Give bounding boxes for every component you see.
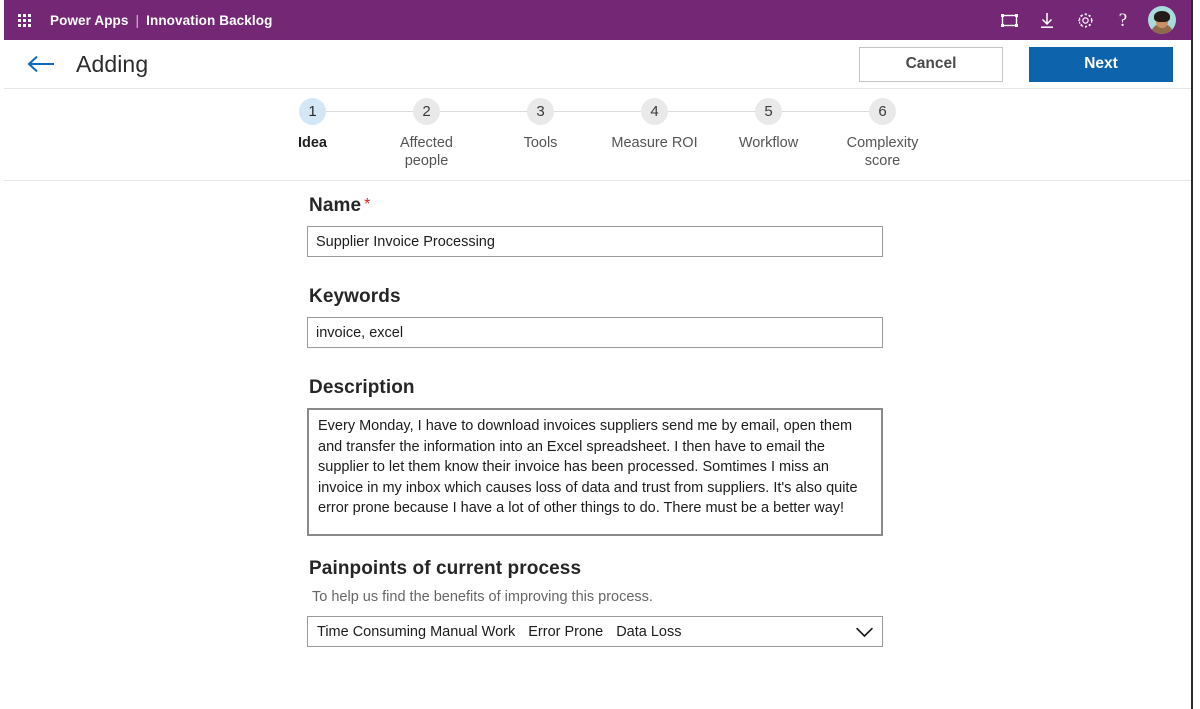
stepper-step-affected-people[interactable]: 2 Affected people xyxy=(370,98,484,170)
spacer xyxy=(307,257,883,286)
stepper-step-measure-roi[interactable]: 4 Measure ROI xyxy=(598,98,712,152)
idea-form: Name* Keywords Description Painpoints of… xyxy=(307,195,883,647)
stepper-step-number[interactable]: 5 xyxy=(755,98,782,125)
suite-bar: Power Apps | Innovation Backlog xyxy=(4,0,1191,40)
stepper-connector xyxy=(655,111,769,112)
command-bar-actions: Cancel Next xyxy=(859,47,1173,82)
spacer xyxy=(307,536,883,558)
field-keywords: Keywords xyxy=(307,286,883,348)
next-button[interactable]: Next xyxy=(1029,47,1173,82)
stepper-step-idea[interactable]: 1 Idea xyxy=(256,98,370,152)
stepper-step-label: Tools xyxy=(524,134,558,152)
waffle-grid xyxy=(18,14,31,27)
help-glyph: ? xyxy=(1119,11,1127,30)
brand-divider: | xyxy=(136,13,140,28)
painpoint-chip: Error Prone xyxy=(528,624,603,640)
stepper-step-label: Affected people xyxy=(377,134,477,170)
name-label-text: Name xyxy=(309,195,361,216)
fit-to-screen-icon[interactable] xyxy=(990,0,1028,40)
spacer xyxy=(307,348,883,377)
command-bar: Adding Cancel Next xyxy=(4,40,1191,89)
suite-brand-product[interactable]: Power Apps xyxy=(50,13,129,28)
help-icon[interactable]: ? xyxy=(1104,0,1142,40)
stepper-step-number[interactable]: 3 xyxy=(527,98,554,125)
keywords-label: Keywords xyxy=(309,286,883,308)
description-input[interactable] xyxy=(307,408,883,536)
avatar-hair xyxy=(1154,11,1170,22)
stepper-connector xyxy=(313,111,427,112)
suite-brand-app-name[interactable]: Innovation Backlog xyxy=(146,13,272,28)
name-input[interactable] xyxy=(307,226,883,257)
painpoints-dropdown[interactable]: Time Consuming Manual Work Error Prone D… xyxy=(307,616,883,647)
form-area: Name* Keywords Description Painpoints of… xyxy=(4,181,1191,709)
download-icon[interactable] xyxy=(1028,0,1066,40)
cancel-button[interactable]: Cancel xyxy=(859,47,1003,82)
back-arrow-icon[interactable] xyxy=(24,47,58,81)
avatar[interactable] xyxy=(1142,0,1182,40)
required-asterisk: * xyxy=(364,196,370,213)
description-label: Description xyxy=(309,377,883,399)
field-painpoints: Painpoints of current process To help us… xyxy=(307,558,883,647)
stepper-step-complexity-score[interactable]: 6 Complexity score xyxy=(826,98,940,170)
name-label: Name* xyxy=(309,195,883,217)
page-title: Adding xyxy=(76,51,148,78)
stepper-connector xyxy=(541,111,655,112)
stepper-step-workflow[interactable]: 5 Workflow xyxy=(712,98,826,152)
app-launcher-waffle-icon[interactable] xyxy=(4,0,44,40)
stepper-step-label: Measure ROI xyxy=(611,134,697,152)
painpoints-help-text: To help us find the benefits of improvin… xyxy=(312,589,883,605)
stepper-step-label: Workflow xyxy=(739,134,798,152)
suite-actions: ? xyxy=(990,0,1191,40)
stepper-step-number[interactable]: 4 xyxy=(641,98,668,125)
field-description: Description xyxy=(307,377,883,536)
chevron-down-icon[interactable] xyxy=(847,626,874,638)
stepper-step-label: Complexity score xyxy=(833,134,933,170)
painpoint-chip: Data Loss xyxy=(616,624,681,640)
painpoints-selected-values: Time Consuming Manual Work Error Prone D… xyxy=(317,624,682,640)
stepper-step-number[interactable]: 1 xyxy=(299,98,326,125)
stepper-connector xyxy=(769,111,883,112)
stepper-step-number[interactable]: 6 xyxy=(869,98,896,125)
stepper-connector xyxy=(427,111,541,112)
app-window: Power Apps | Innovation Backlog xyxy=(0,0,1200,709)
painpoints-label: Painpoints of current process xyxy=(309,558,883,580)
wizard-stepper: 1 Idea 2 Affected people 3 Tools 4 Measu… xyxy=(4,89,1191,181)
stepper-step-number[interactable]: 2 xyxy=(413,98,440,125)
gear-icon[interactable] xyxy=(1066,0,1104,40)
stepper-step-tools[interactable]: 3 Tools xyxy=(484,98,598,152)
stepper-step-label: Idea xyxy=(298,134,327,152)
painpoint-chip: Time Consuming Manual Work xyxy=(317,624,515,640)
suite-branding: Power Apps | Innovation Backlog xyxy=(50,13,272,28)
stepper-track: 1 Idea 2 Affected people 3 Tools 4 Measu… xyxy=(256,98,940,180)
avatar-image xyxy=(1148,6,1176,34)
field-name: Name* xyxy=(307,195,883,257)
keywords-input[interactable] xyxy=(307,317,883,348)
